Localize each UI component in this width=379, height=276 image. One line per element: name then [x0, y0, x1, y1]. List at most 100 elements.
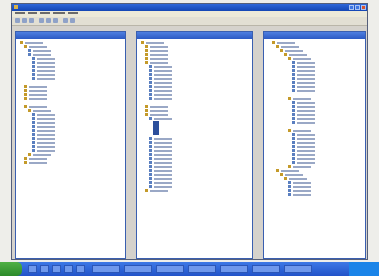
tree-node-label	[154, 185, 172, 188]
item-icon	[32, 141, 35, 144]
taskbar-window-button[interactable]	[220, 265, 248, 273]
menu-help[interactable]	[68, 12, 78, 14]
tree-panel-right	[263, 31, 366, 259]
quicklaunch-icon[interactable]	[28, 265, 37, 273]
taskbar-window-button[interactable]	[188, 265, 216, 273]
folder-icon	[145, 45, 148, 48]
system-tray	[349, 262, 379, 276]
tree-node-label	[154, 173, 172, 176]
tree-node-label	[297, 85, 315, 88]
selected-items-highlight[interactable]	[153, 121, 159, 135]
item-icon	[32, 77, 35, 80]
folder-icon	[145, 53, 148, 56]
tree-node-label	[154, 153, 172, 156]
item-icon	[149, 149, 152, 152]
folder-icon	[24, 97, 27, 100]
quicklaunch-icon[interactable]	[76, 265, 85, 273]
item-icon	[292, 149, 295, 152]
item-icon	[149, 145, 152, 148]
tree-node-label	[29, 45, 47, 48]
taskbar-window-button[interactable]	[92, 265, 120, 273]
item-icon	[149, 141, 152, 144]
item-icon	[292, 77, 295, 80]
item-icon	[149, 157, 152, 160]
tree-node-label	[297, 65, 315, 68]
taskbar-window-button[interactable]	[156, 265, 184, 273]
item-icon	[149, 81, 152, 84]
item-icon	[32, 61, 35, 64]
maximize-button[interactable]	[355, 5, 360, 10]
item-icon	[292, 121, 295, 124]
folder-icon	[141, 41, 144, 44]
tree-node-label	[29, 93, 47, 96]
toolbar-stop-icon[interactable]	[70, 18, 75, 23]
folder-icon	[24, 105, 27, 108]
tree-node-label	[154, 69, 172, 72]
toolbar-cut-icon[interactable]	[39, 18, 44, 23]
folder-icon	[24, 157, 27, 160]
item-icon	[292, 105, 295, 108]
folder-icon	[24, 89, 27, 92]
tree-node-label	[150, 61, 168, 64]
tree-panel-left	[15, 31, 126, 259]
item-icon	[288, 189, 291, 192]
toolbar-copy-icon[interactable]	[46, 18, 51, 23]
app-icon	[14, 5, 18, 9]
folder-icon	[145, 61, 148, 64]
toolbar-paste-icon[interactable]	[53, 18, 58, 23]
tree-node-label	[37, 145, 55, 148]
start-button[interactable]	[0, 262, 22, 276]
menu-file[interactable]	[15, 12, 25, 14]
tree-node-label	[29, 85, 47, 88]
tree-node-label	[297, 157, 315, 160]
item-icon	[32, 113, 35, 116]
quicklaunch-icon[interactable]	[64, 265, 73, 273]
tree-node-label	[37, 141, 55, 144]
toolbar-run-icon[interactable]	[63, 18, 68, 23]
tree-node-label	[154, 157, 172, 160]
folder-icon	[145, 189, 148, 192]
item-icon	[149, 117, 152, 120]
tree-node-label	[37, 137, 55, 140]
quicklaunch-icon[interactable]	[40, 265, 49, 273]
menu-view[interactable]	[40, 12, 50, 14]
tree-node-label	[297, 105, 315, 108]
item-icon	[32, 65, 35, 68]
tree-node-label	[37, 129, 55, 132]
tree-node-label	[293, 181, 311, 184]
folder-icon	[288, 129, 291, 132]
item-icon	[149, 85, 152, 88]
tree-node-label	[150, 57, 168, 60]
item-icon	[292, 101, 295, 104]
item-icon	[288, 193, 291, 196]
folder-icon	[28, 153, 31, 156]
item-icon	[32, 137, 35, 140]
minimize-button[interactable]	[349, 5, 354, 10]
toolbar-new-icon[interactable]	[15, 18, 20, 23]
tree-node-label	[37, 65, 55, 68]
folder-icon	[24, 93, 27, 96]
item-icon	[292, 85, 295, 88]
close-button[interactable]	[361, 5, 366, 10]
tree-node-label	[25, 41, 43, 44]
taskbar-window-button[interactable]	[252, 265, 280, 273]
tree-node-label	[297, 133, 315, 136]
tree-node-label	[29, 105, 47, 108]
tree-panel-middle	[136, 31, 253, 259]
tree-node-label	[297, 117, 315, 120]
title-bar[interactable]	[12, 4, 367, 11]
menu-edit[interactable]	[28, 12, 37, 14]
item-icon	[292, 141, 295, 144]
tree-node-label	[293, 185, 311, 188]
item-icon	[149, 137, 152, 140]
tree-node-label	[293, 129, 311, 132]
item-icon	[149, 185, 152, 188]
item-icon	[32, 149, 35, 152]
quicklaunch-icon[interactable]	[52, 265, 61, 273]
menu-tools[interactable]	[53, 12, 65, 14]
toolbar-open-icon[interactable]	[22, 18, 27, 23]
taskbar-window-button[interactable]	[284, 265, 312, 273]
taskbar-window-button[interactable]	[124, 265, 152, 273]
toolbar-save-icon[interactable]	[29, 18, 34, 23]
tree-node-label	[281, 45, 299, 48]
